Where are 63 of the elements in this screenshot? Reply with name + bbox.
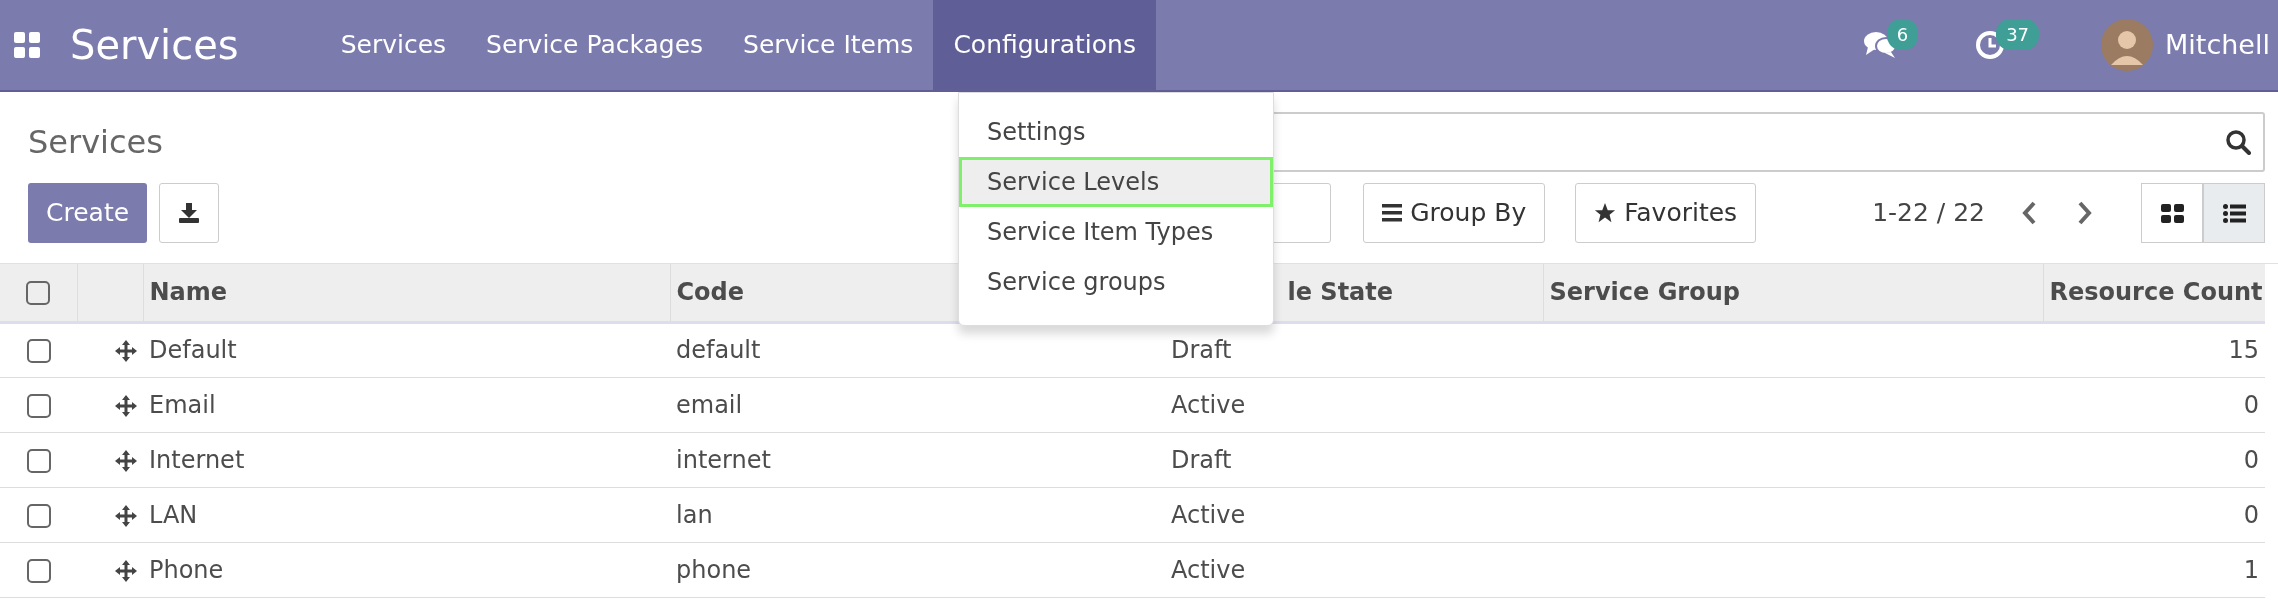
- table-cell: 0: [2043, 432, 2265, 487]
- table-cell: internet: [670, 432, 1165, 487]
- checkbox[interactable]: [26, 281, 51, 306]
- move-handle-icon[interactable]: [115, 559, 137, 582]
- favorites-button[interactable]: Favorites: [1575, 183, 1757, 243]
- column-header: Service Group: [1543, 264, 2043, 322]
- table-cell: Internet: [143, 432, 670, 487]
- table-cell: 1: [2043, 542, 2265, 597]
- table-cell: Default: [143, 322, 670, 377]
- table-cell: Active: [1165, 487, 1543, 542]
- table-cell: 15: [2043, 322, 2265, 377]
- pager-text: 1-22 / 22: [1872, 197, 1985, 230]
- message-count-badge: 6: [1886, 18, 1919, 50]
- menu-item[interactable]: Service Items: [723, 0, 934, 90]
- table-cell: Email: [143, 377, 670, 432]
- table-cell: Draft: [1165, 432, 1543, 487]
- list-icon: [2222, 203, 2246, 223]
- table-cell: Active: [1165, 377, 1543, 432]
- download-button[interactable]: [159, 183, 220, 243]
- move-handle-icon[interactable]: [115, 504, 137, 527]
- column-header: Name: [143, 264, 670, 322]
- app-title: Services: [70, 21, 239, 70]
- move-handle-icon[interactable]: [115, 449, 137, 472]
- table-cell: 0: [2043, 377, 2265, 432]
- group-by-button[interactable]: Group By: [1363, 183, 1546, 243]
- table-cell: Draft: [1165, 322, 1543, 377]
- kanban-view-button[interactable]: [2141, 183, 2203, 243]
- move-handle-icon[interactable]: [115, 394, 137, 417]
- table-cell: lan: [670, 487, 1165, 542]
- table-cell: Phone: [143, 542, 670, 597]
- user-name[interactable]: Mitchell: [2165, 24, 2270, 66]
- dropdown-item[interactable]: Settings: [959, 107, 1273, 157]
- table-cell: phone: [670, 542, 1165, 597]
- create-button[interactable]: Create: [28, 183, 148, 243]
- table-cell: email: [670, 377, 1165, 432]
- previous-page-icon[interactable]: [2021, 200, 2037, 226]
- star-icon: [1594, 202, 1617, 224]
- column-header: Resource Count: [2043, 264, 2265, 322]
- next-page-icon[interactable]: [2077, 200, 2093, 226]
- dropdown-item[interactable]: Service Levels: [959, 157, 1273, 207]
- search-icon: [2225, 129, 2251, 155]
- table-cell: Active: [1165, 542, 1543, 597]
- table-cell: default: [670, 322, 1165, 377]
- checkbox[interactable]: [26, 558, 51, 583]
- grid-icon: [2160, 203, 2184, 223]
- menu-item[interactable]: Configurations: [933, 0, 1156, 90]
- menu-item[interactable]: Service Packages: [466, 0, 724, 90]
- menu-item[interactable]: Services: [320, 0, 467, 90]
- table-cell: 0: [2043, 487, 2265, 542]
- dropdown-item[interactable]: Service groups: [959, 257, 1273, 307]
- breadcrumb-title: Services: [28, 122, 163, 163]
- list-view-button[interactable]: [2203, 183, 2265, 243]
- checkbox[interactable]: [26, 393, 51, 418]
- apps-menu-icon[interactable]: [14, 32, 40, 58]
- table-cell: LAN: [143, 487, 670, 542]
- dropdown-item[interactable]: Service Item Types: [959, 207, 1273, 257]
- activity-count-badge: 37: [1996, 18, 2040, 50]
- checkbox[interactable]: [26, 503, 51, 528]
- menu-icon: [1382, 204, 1403, 222]
- checkbox[interactable]: [26, 339, 51, 363]
- checkbox[interactable]: [26, 448, 51, 473]
- move-handle-icon[interactable]: [115, 340, 137, 362]
- download-icon: [178, 202, 201, 224]
